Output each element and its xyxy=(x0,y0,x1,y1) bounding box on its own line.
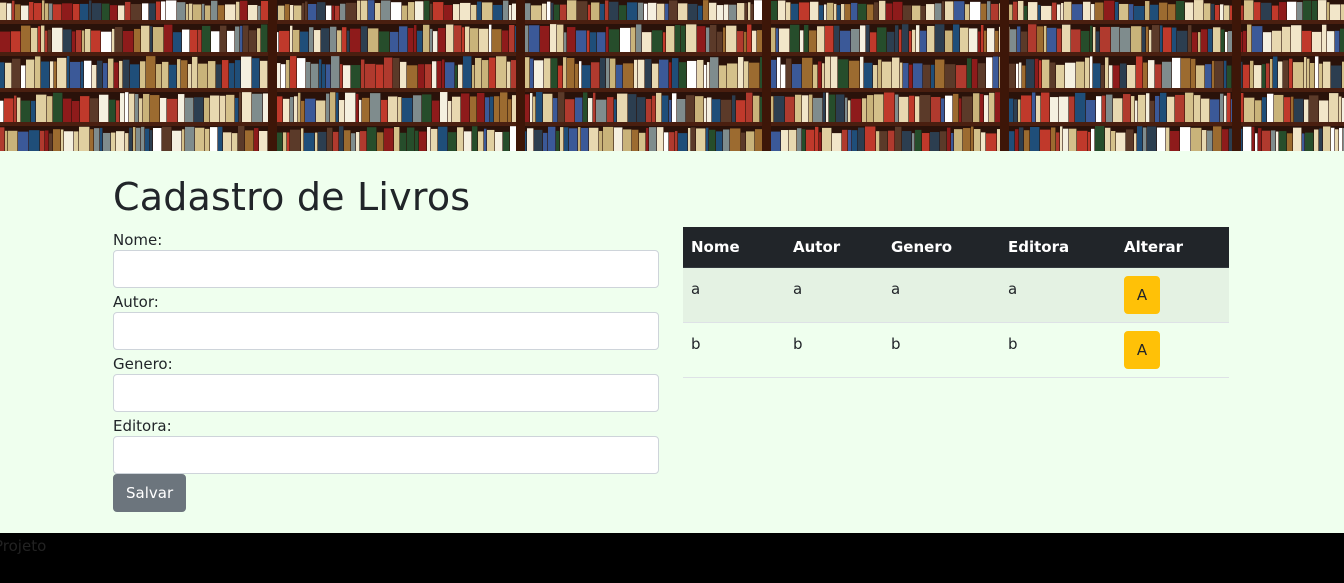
bookshelf-banner xyxy=(0,0,1344,151)
header-genero: Genero xyxy=(883,227,1000,268)
cell-autor: b xyxy=(785,322,883,378)
cell-nome: b xyxy=(683,322,785,378)
header-autor: Autor xyxy=(785,227,883,268)
autor-label: Autor: xyxy=(113,293,159,311)
cell-nome: a xyxy=(683,267,785,323)
autor-input[interactable] xyxy=(113,312,659,350)
editora-label: Editora: xyxy=(113,417,172,435)
genero-label: Genero: xyxy=(113,355,173,373)
alter-button[interactable]: A xyxy=(1124,275,1160,314)
nome-input[interactable] xyxy=(113,250,659,288)
genero-input[interactable] xyxy=(113,374,659,412)
table-row: b b b b A xyxy=(683,322,1229,378)
books-table: Nome Autor Genero Editora Alterar a a a … xyxy=(683,227,1229,378)
footer-text: Projeto xyxy=(0,537,47,555)
editora-input[interactable] xyxy=(113,436,659,474)
book-form: Nome: Autor: Genero: Editora: Salvar xyxy=(113,231,659,512)
footer: Projeto xyxy=(0,533,1344,583)
cell-alterar: A xyxy=(1116,322,1229,378)
table-header-row: Nome Autor Genero Editora Alterar xyxy=(683,227,1229,268)
alter-button[interactable]: A xyxy=(1124,330,1160,369)
cell-genero: a xyxy=(883,267,1000,323)
cell-alterar: A xyxy=(1116,267,1229,323)
header-alterar: Alterar xyxy=(1116,227,1229,268)
cell-autor: a xyxy=(785,267,883,323)
main-content: Cadastro de Livros Nome: Autor: Genero: … xyxy=(0,151,1344,533)
page-title: Cadastro de Livros xyxy=(113,175,471,219)
header-editora: Editora xyxy=(1000,227,1116,268)
header-nome: Nome xyxy=(683,227,785,268)
cell-editora: a xyxy=(1000,267,1116,323)
save-button[interactable]: Salvar xyxy=(113,474,187,512)
books-table-wrapper: Nome Autor Genero Editora Alterar a a a … xyxy=(683,227,1229,378)
cell-editora: b xyxy=(1000,322,1116,378)
nome-label: Nome: xyxy=(113,231,163,249)
table-row: a a a a A xyxy=(683,267,1229,323)
cell-genero: b xyxy=(883,322,1000,378)
